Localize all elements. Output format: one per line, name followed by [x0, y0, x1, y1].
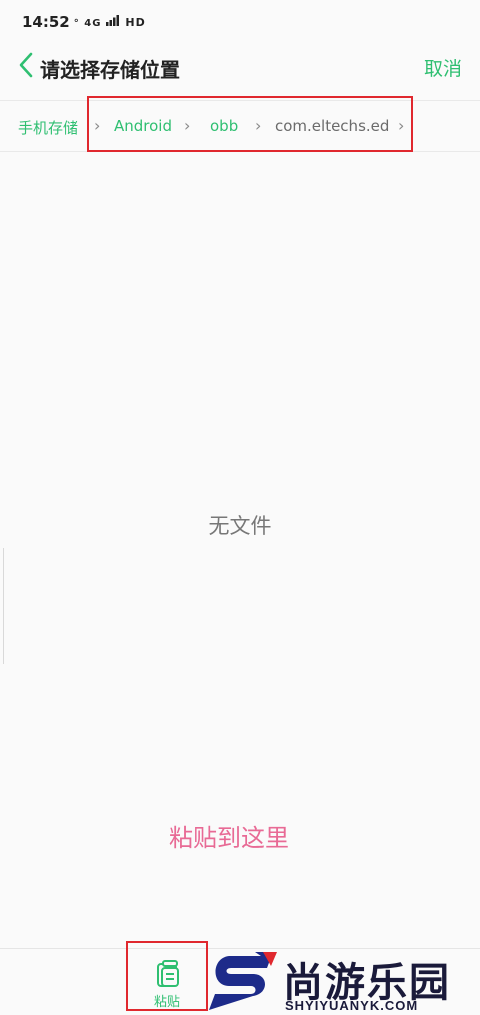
watermark-logo-icon	[205, 952, 277, 1014]
header: 请选择存储位置 取消	[0, 44, 480, 90]
location-icon: °	[73, 18, 80, 29]
hd-badge: HD	[125, 16, 146, 29]
breadcrumb-item-phone-storage[interactable]: 手机存储	[18, 117, 78, 138]
paste-here-label: 粘贴到这里	[169, 824, 289, 852]
watermark-subtext: SHYIYUANYK.COM	[285, 998, 419, 1013]
page-title: 请选择存储位置	[40, 58, 180, 82]
chevron-left-icon	[18, 52, 34, 82]
empty-message: 无文件	[208, 514, 272, 538]
watermark: 尚游乐园 SHYIYUANYK.COM	[205, 948, 480, 1015]
back-button[interactable]	[12, 50, 40, 84]
highlight-annotation	[87, 96, 413, 152]
status-icons: ° 4G HD	[74, 15, 146, 29]
paste-button[interactable]: 粘贴	[126, 941, 208, 1011]
status-time: 14:52	[22, 13, 70, 31]
network-type: 4G	[84, 18, 102, 29]
paste-label: 粘贴	[153, 995, 180, 1010]
signal-icon	[105, 15, 124, 29]
clipboard-icon	[156, 960, 182, 992]
cancel-button[interactable]: 取消	[424, 54, 462, 81]
status-bar: 14:52 ° 4G HD	[0, 0, 480, 44]
edge-handle	[0, 548, 4, 664]
